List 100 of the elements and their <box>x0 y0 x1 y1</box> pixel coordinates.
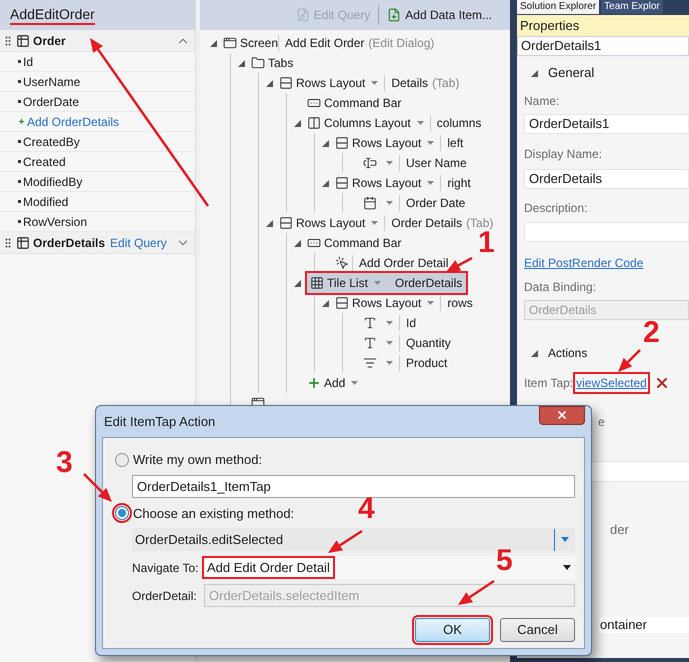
field-item[interactable]: Modified <box>23 192 68 210</box>
rows-icon <box>279 216 293 230</box>
table-icon <box>16 34 30 48</box>
radio-label: Write my own method: <box>133 451 262 469</box>
expanded-triangle-icon[interactable] <box>530 350 538 356</box>
expanded-triangle-icon[interactable] <box>210 40 216 46</box>
object-name-field: OrderDetails1 <box>517 36 689 56</box>
tree-node[interactable]: Order Date <box>363 193 470 213</box>
tree-node[interactable]: Add Order Detail <box>335 253 452 273</box>
close-icon <box>556 409 568 421</box>
tree-node[interactable]: Product <box>363 353 452 373</box>
annotation-arrow <box>446 256 473 272</box>
expanded-triangle-icon[interactable] <box>266 80 272 86</box>
tree-node[interactable]: Command Bar <box>307 93 406 113</box>
field-label: Data Binding: <box>524 280 598 294</box>
expanded-triangle-icon[interactable] <box>238 60 244 66</box>
add-member-link[interactable]: Add OrderDetails <box>27 112 120 130</box>
bullet-icon <box>18 80 21 83</box>
expanded-triangle-icon[interactable] <box>294 120 300 126</box>
expanded-triangle-icon[interactable] <box>322 300 328 306</box>
grid-icon <box>310 276 324 290</box>
plus-icon[interactable] <box>18 118 25 125</box>
tree-node[interactable]: User Name <box>363 153 471 173</box>
partial-text: e <box>598 415 606 429</box>
text-box-icon <box>363 156 377 170</box>
tree-node[interactable]: Command Bar <box>307 233 406 253</box>
expanded-triangle-icon[interactable] <box>322 180 328 186</box>
letter-icon <box>363 316 377 330</box>
display-name-field[interactable]: OrderDetails <box>524 169 689 189</box>
method-name-field[interactable]: OrderDetails1_ItemTap <box>132 474 575 498</box>
annotation-arrow <box>458 580 495 605</box>
panel-tab[interactable]: Solution Explorer <box>517 0 600 14</box>
field-label: Description: <box>524 201 588 215</box>
tree-node[interactable]: Add <box>307 373 368 393</box>
tree-node[interactable]: Tabs <box>251 53 298 73</box>
field-item[interactable]: Id <box>23 52 34 70</box>
radio-button[interactable] <box>115 452 129 467</box>
field-item[interactable]: OrderDate <box>23 92 80 110</box>
tree-node[interactable]: Rows Layout rows <box>335 293 477 313</box>
field-item[interactable]: CreatedBy <box>23 132 80 150</box>
partial-text: der <box>610 523 630 537</box>
tree-node[interactable]: Rows Layout right <box>335 173 475 193</box>
rows-icon <box>335 296 349 310</box>
tree-node[interactable]: Quantity <box>363 333 455 353</box>
command-bar-icon <box>307 236 321 250</box>
close-button[interactable] <box>539 406 585 424</box>
field-item[interactable]: RowVersion <box>23 212 88 230</box>
edit-query-link[interactable]: Edit Query <box>110 234 167 252</box>
expanded-triangle-icon[interactable] <box>294 240 300 246</box>
radio-label: Choose an existing method: <box>133 504 294 523</box>
tree-node[interactable]: Id <box>363 313 420 333</box>
dialog-title: Edit ItemTap Action <box>104 412 216 431</box>
expanded-triangle-icon[interactable] <box>530 70 538 76</box>
caret-icon[interactable] <box>563 565 571 570</box>
caret-icon <box>561 537 569 542</box>
properties-header: Properties <box>517 15 689 36</box>
add-icon <box>387 8 402 22</box>
postrender-link[interactable]: Edit PostRender Code <box>524 256 644 270</box>
tree-node[interactable]: Columns Layout columns <box>307 113 486 133</box>
parameter-field: OrderDetails.selectedItem <box>204 584 575 607</box>
rows-icon <box>335 136 349 150</box>
field-label: Display Name: <box>524 147 604 161</box>
partial-text: ontainer <box>600 617 689 633</box>
step-number: 3 <box>56 448 73 478</box>
dialog-button[interactable]: Cancel <box>500 618 575 642</box>
rows-icon <box>279 76 293 90</box>
annotation-arrow <box>618 349 641 372</box>
command-bar-icon <box>307 96 321 110</box>
tree-node[interactable]: Tile List OrderDetails <box>307 273 466 293</box>
field-item[interactable]: Created <box>23 152 66 170</box>
expanded-triangle-icon[interactable] <box>266 220 272 226</box>
panel-tab[interactable]: Team Explor <box>601 0 663 14</box>
table-icon <box>16 236 30 250</box>
bullet-icon <box>18 180 21 183</box>
bullet-icon <box>18 140 21 143</box>
edit-icon <box>296 8 310 22</box>
tree-node[interactable]: Screen Add Edit Order (Edit Dialog) <box>223 33 438 53</box>
field-label: Navigate To: <box>132 560 200 576</box>
field-item[interactable]: ModifiedBy <box>23 172 82 190</box>
dialog-button[interactable]: OK <box>415 618 490 642</box>
step-number: 1 <box>478 228 495 258</box>
description-field[interactable] <box>524 222 689 242</box>
tree-node[interactable]: Rows Layout left <box>335 133 468 153</box>
tree-node[interactable]: Rows Layout Details (Tab) <box>279 73 464 93</box>
bullet-icon <box>18 160 21 163</box>
window-icon <box>223 36 237 50</box>
field-label: Name: <box>524 94 560 108</box>
item-tap-link[interactable]: viewSelected <box>575 374 648 392</box>
name-field[interactable]: OrderDetails1 <box>524 114 689 134</box>
toolbar-button[interactable]: Add Data Item... <box>387 6 492 24</box>
entity-name: OrderDetails <box>33 234 106 252</box>
expanded-triangle-icon[interactable] <box>322 140 328 146</box>
section-header: Actions <box>548 345 588 362</box>
section-header: General <box>548 64 594 82</box>
field-item[interactable]: UserName <box>23 72 80 90</box>
bullet-icon <box>18 200 21 203</box>
calendar-icon <box>363 196 377 210</box>
expanded-triangle-icon[interactable] <box>294 280 300 286</box>
field-label: OrderDetail: <box>132 588 198 604</box>
radio-button[interactable] <box>115 506 129 520</box>
